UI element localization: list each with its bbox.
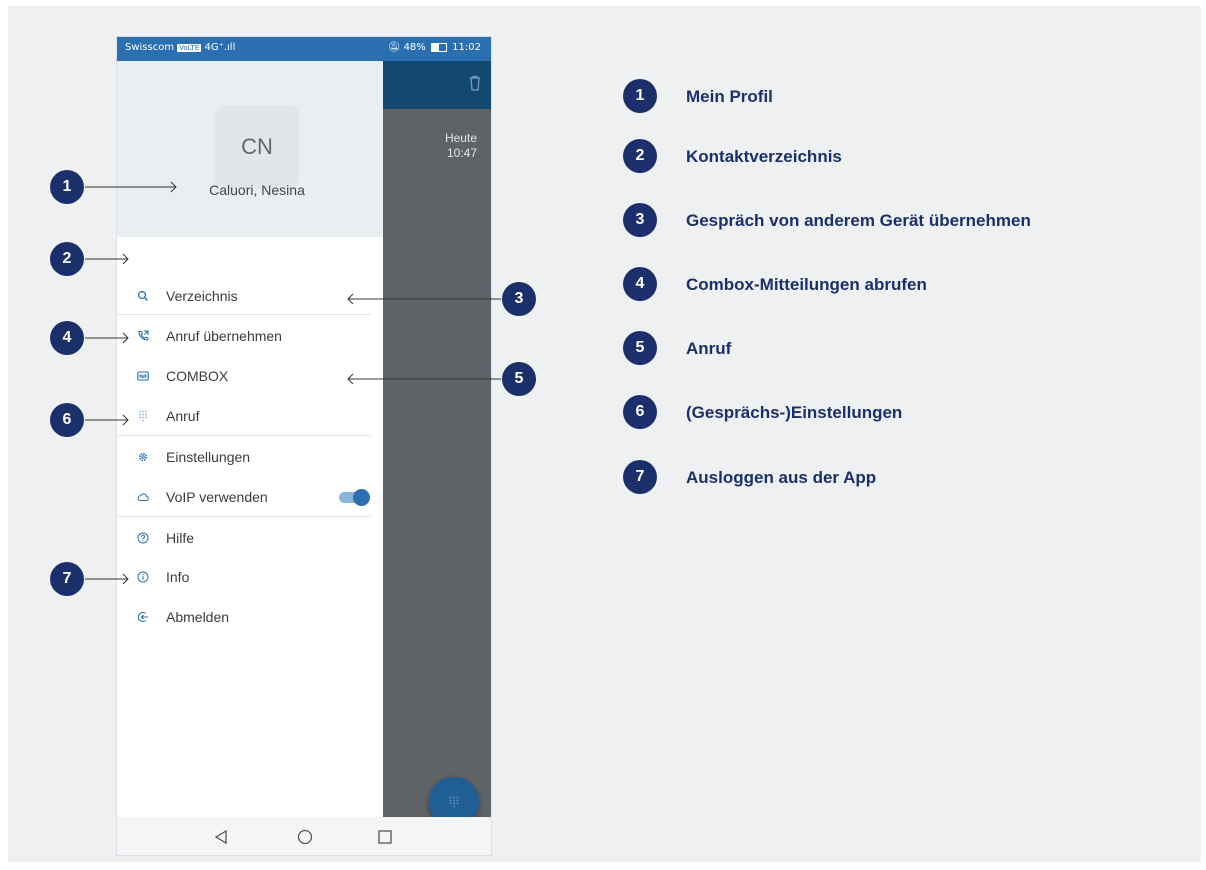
connector-7 [85, 573, 129, 585]
legend-text: Anruf [686, 339, 732, 358]
connector-5 [347, 373, 501, 385]
legend-number: 4 [623, 267, 657, 301]
connector-4 [85, 332, 129, 344]
callout-1: 1 [50, 170, 84, 204]
legend-text: Gespräch von anderem Gerät übernehmen [686, 211, 1031, 230]
legend-text: Combox-Mitteilungen abrufen [686, 275, 927, 294]
legend-text: Kontaktverzeichnis [686, 147, 842, 166]
legend-number: 7 [623, 460, 657, 494]
callout-6: 6 [50, 403, 84, 437]
legend-number: 1 [623, 79, 657, 113]
legend-number: 5 [623, 331, 657, 365]
legend-text: (Gesprächs-)Einstellungen [686, 403, 903, 422]
legend-number: 6 [623, 395, 657, 429]
connector-1 [85, 181, 177, 193]
legend-text: Ausloggen aus der App [686, 468, 877, 487]
legend-number: 3 [623, 203, 657, 237]
callout-7: 7 [50, 562, 84, 596]
legend-number: 2 [623, 139, 657, 173]
callout-4: 4 [50, 321, 84, 355]
callout-2: 2 [50, 242, 84, 276]
connector-3 [347, 293, 501, 305]
connector-2 [85, 253, 129, 265]
connector-6 [85, 414, 129, 426]
callout-3: 3 [502, 282, 536, 316]
callout-connectors [85, 181, 501, 585]
legend-text: Mein Profil [686, 87, 773, 106]
callout-5: 5 [502, 362, 536, 396]
